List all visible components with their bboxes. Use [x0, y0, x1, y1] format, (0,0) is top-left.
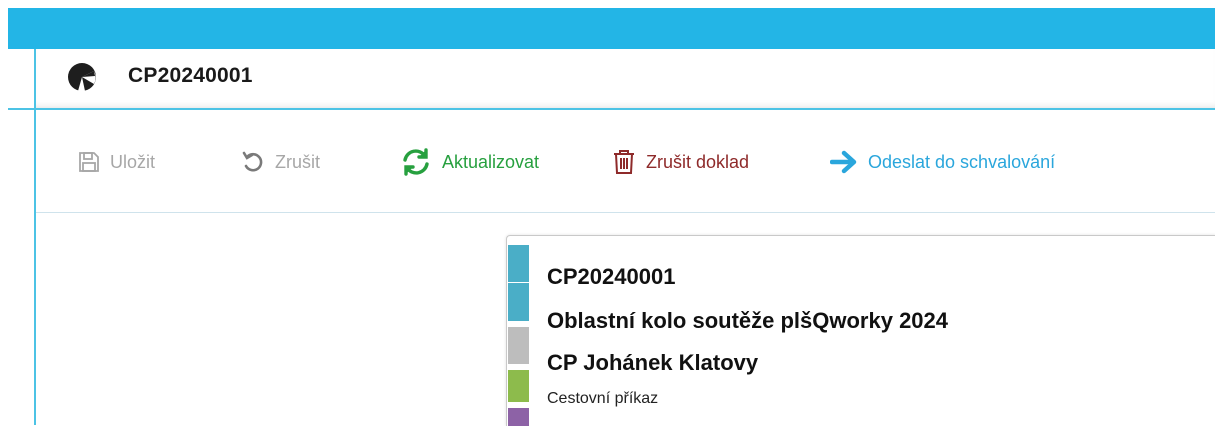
send-label: Odeslat do schvalování — [868, 151, 1056, 172]
refresh-label: Aktualizovat — [442, 151, 540, 172]
trash-icon — [612, 149, 636, 175]
document-code: CP20240001 — [547, 264, 676, 289]
refresh-icon — [400, 148, 432, 176]
save-label: Uložit — [110, 151, 156, 172]
status-stripe — [508, 327, 529, 364]
document-type: Cestovní příkaz — [547, 390, 659, 407]
status-stripe — [508, 370, 529, 402]
organization-name: CP Johánek Klatovy — [547, 350, 759, 375]
app-top-bar — [8, 8, 1215, 49]
delete-label: Zrušit doklad — [646, 151, 750, 172]
action-toolbar: Uložit Zrušit Aktualizovat Zrušit doklad… — [36, 110, 1215, 212]
save-button[interactable]: Uložit — [78, 146, 155, 178]
undo-icon — [241, 150, 265, 174]
company-logo-icon — [67, 62, 97, 92]
page-title: CP20240001 — [128, 64, 253, 87]
status-stripe — [508, 245, 529, 282]
status-stripe — [508, 408, 529, 426]
document-header: CP20240001 — [36, 49, 1215, 108]
cancel-label: Zrušit — [275, 151, 320, 172]
status-stripe — [508, 283, 529, 321]
refresh-button[interactable]: Aktualizovat — [400, 146, 539, 178]
arrow-right-icon — [830, 150, 858, 174]
save-icon — [78, 151, 100, 173]
delete-document-button[interactable]: Zrušit doklad — [612, 146, 749, 178]
toolbar-divider — [36, 212, 1215, 213]
document-name: Oblastní kolo soutěže plšQworky 2024 — [547, 308, 949, 333]
cancel-button[interactable]: Zrušit — [241, 146, 320, 178]
send-for-approval-button[interactable]: Odeslat do schvalování — [830, 146, 1055, 178]
document-summary-card: CP20240001 Oblastní kolo soutěže plšQwor… — [506, 235, 1215, 426]
